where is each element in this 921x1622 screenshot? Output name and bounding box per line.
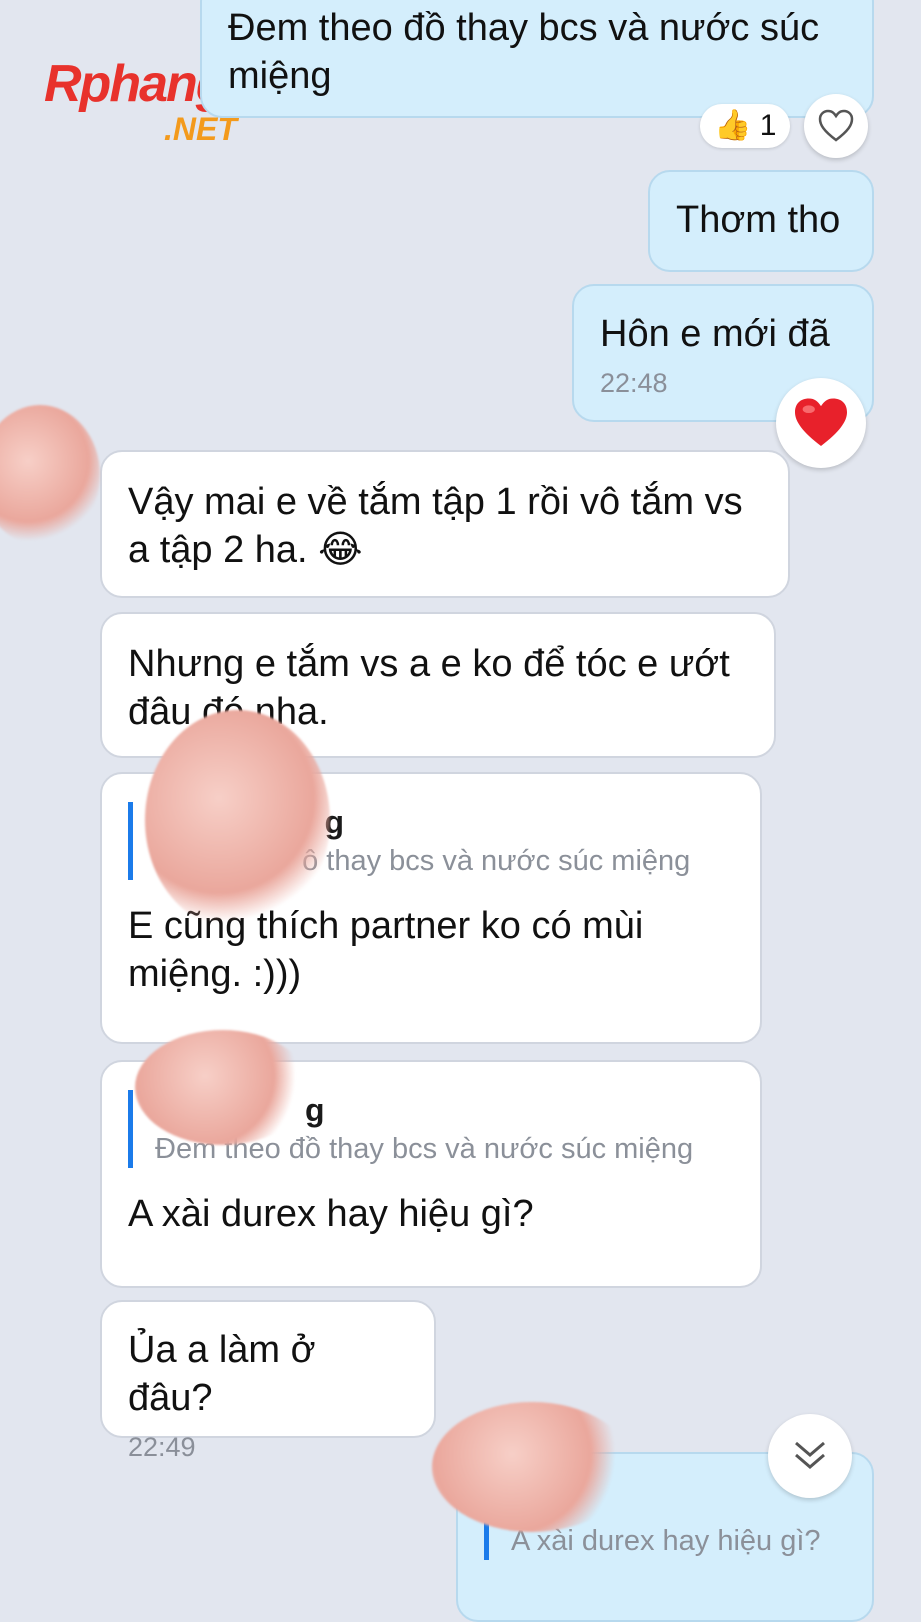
- message-time: 22:49: [128, 1432, 196, 1462]
- message-text: Đem theo đồ thay bcs và nước súc: [228, 7, 820, 49]
- reaction-summary[interactable]: 👍 1: [700, 104, 791, 148]
- message-text: a tập 2 ha. 😂: [128, 529, 363, 571]
- scroll-down-button[interactable]: [768, 1414, 852, 1498]
- reaction-count: 1: [759, 109, 777, 142]
- message-text: Vậy mai e về tắm tập 1 rồi vô tắm vs: [128, 481, 743, 523]
- redaction-blur: [145, 710, 330, 930]
- message-incoming[interactable]: Vậy mai e về tắm tập 1 rồi vô tắm vs a t…: [100, 450, 790, 598]
- message-text: Hôn e mới đã: [600, 313, 830, 355]
- message-incoming[interactable]: Ủa a làm ở đâu? 22:49: [100, 1300, 436, 1462]
- double-chevron-down-icon: [792, 1439, 828, 1473]
- message-text: Thơm tho: [676, 199, 841, 241]
- like-button[interactable]: [804, 94, 868, 158]
- heart-reaction[interactable]: [776, 378, 866, 468]
- heart-outline-icon: [818, 109, 854, 143]
- message-text: Nhưng e tắm vs a e ko để tóc e ướt: [128, 643, 730, 685]
- message-outgoing[interactable]: Thơm tho: [648, 170, 874, 272]
- heart-icon: [792, 397, 850, 449]
- message-outgoing[interactable]: Đem theo đồ thay bcs và nước súc miệng: [200, 0, 874, 118]
- redaction-blur: [0, 405, 100, 545]
- message-text: miệng: [228, 55, 332, 97]
- redaction-blur: [135, 1030, 310, 1145]
- message-text: miệng. :))): [128, 953, 302, 995]
- message-text: A xài durex hay hiệu gì?: [128, 1193, 534, 1235]
- message-text: Ủa a làm ở đâu?: [128, 1329, 316, 1419]
- thumbs-up-icon: 👍: [714, 109, 752, 142]
- redaction-blur: [432, 1402, 632, 1532]
